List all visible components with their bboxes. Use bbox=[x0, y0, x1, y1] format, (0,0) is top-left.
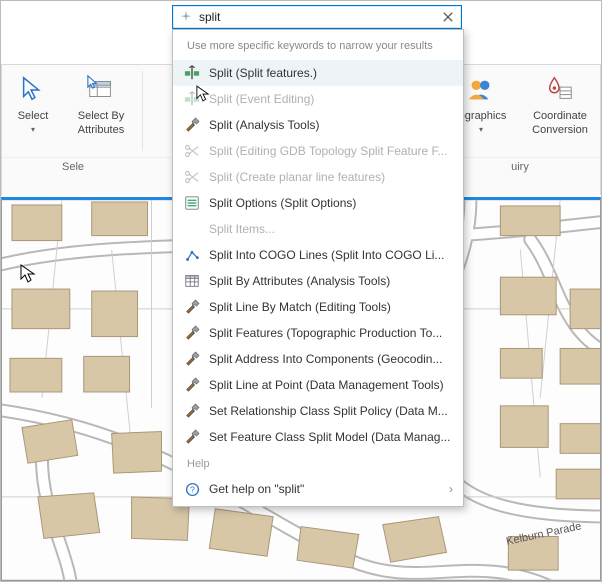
split-green-icon bbox=[183, 64, 201, 82]
search-result-label: Split Line at Point (Data Management Too… bbox=[209, 378, 444, 392]
scissors-icon bbox=[183, 168, 201, 186]
sparkle-icon bbox=[179, 10, 193, 24]
command-search-dropdown: Use more specific keywords to narrow you… bbox=[172, 29, 464, 507]
command-search-input[interactable] bbox=[197, 9, 439, 25]
search-result-item[interactable]: Split (Split features.) bbox=[173, 60, 463, 86]
search-result-item: Split (Event Editing) bbox=[173, 86, 463, 112]
clear-search-button[interactable] bbox=[439, 8, 457, 26]
search-result-item[interactable]: Split By Attributes (Analysis Tools) bbox=[173, 268, 463, 294]
hammer-icon bbox=[183, 402, 201, 420]
command-search-box[interactable] bbox=[172, 5, 462, 29]
chevron-right-icon: › bbox=[449, 482, 453, 496]
coordinate-conversion-button[interactable]: CoordinateConversion bbox=[520, 65, 600, 157]
search-result-item[interactable]: Set Feature Class Split Model (Data Mana… bbox=[173, 424, 463, 450]
search-result-label: Split (Split features.) bbox=[209, 66, 317, 80]
search-result-item[interactable]: Split Line By Match (Editing Tools) bbox=[173, 294, 463, 320]
search-result-label: Split Into COGO Lines (Split Into COGO L… bbox=[209, 248, 444, 262]
search-result-label: Set Feature Class Split Model (Data Mana… bbox=[209, 430, 450, 444]
blank-icon bbox=[183, 220, 201, 238]
search-result-label: Split (Event Editing) bbox=[209, 92, 314, 106]
options-icon bbox=[183, 194, 201, 212]
select-by-attributes-button[interactable]: Select ByAttributes bbox=[64, 65, 138, 157]
help-icon: ? bbox=[183, 480, 201, 498]
cursor-icon bbox=[20, 264, 36, 284]
search-result-item[interactable]: Split Features (Topographic Production T… bbox=[173, 320, 463, 346]
search-result-item[interactable]: Split Options (Split Options) bbox=[173, 190, 463, 216]
search-result-label: Split Items... bbox=[209, 222, 275, 236]
hammer-icon bbox=[183, 376, 201, 394]
search-result-item[interactable]: Split Address Into Components (Geocodin.… bbox=[173, 346, 463, 372]
get-help-row[interactable]: ? Get help on "split" › bbox=[173, 474, 463, 500]
hammer-icon bbox=[183, 116, 201, 134]
select-label: Select bbox=[18, 109, 49, 123]
search-result-label: Split Address Into Components (Geocodin.… bbox=[209, 352, 442, 366]
dropdown-caret-icon: ▾ bbox=[479, 125, 483, 134]
cogo-icon bbox=[183, 246, 201, 264]
search-result-label: Split By Attributes (Analysis Tools) bbox=[209, 274, 390, 288]
ribbon-separator bbox=[142, 71, 143, 151]
ribbon-group-inquiry: uiry bbox=[440, 158, 600, 176]
search-result-item[interactable]: Split (Analysis Tools) bbox=[173, 112, 463, 138]
search-result-label: Split Line By Match (Editing Tools) bbox=[209, 300, 391, 314]
table-icon bbox=[183, 272, 201, 290]
select-by-attributes-label: Select ByAttributes bbox=[78, 109, 124, 137]
hammer-icon bbox=[183, 298, 201, 316]
hammer-icon bbox=[183, 428, 201, 446]
infographics-icon bbox=[465, 73, 497, 105]
help-section-label: Help bbox=[173, 450, 463, 474]
svg-text:?: ? bbox=[190, 484, 195, 494]
search-result-label: Split (Editing GDB Topology Split Featur… bbox=[209, 144, 448, 158]
coordinate-conversion-icon bbox=[544, 73, 576, 105]
scissors-icon bbox=[183, 142, 201, 160]
search-result-label: Set Relationship Class Split Policy (Dat… bbox=[209, 404, 448, 418]
search-result-label: Split (Create planar line features) bbox=[209, 170, 385, 184]
ribbon-group-selection: Sele bbox=[2, 158, 144, 176]
search-result-label: Split Options (Split Options) bbox=[209, 196, 356, 210]
hammer-icon bbox=[183, 324, 201, 342]
coordinate-conversion-label: CoordinateConversion bbox=[532, 109, 588, 137]
search-result-item: Split Items... bbox=[173, 216, 463, 242]
search-result-item: Split (Create planar line features) bbox=[173, 164, 463, 190]
select-button[interactable]: Select ▾ bbox=[2, 65, 64, 157]
dropdown-caret-icon: ▾ bbox=[31, 125, 35, 134]
hammer-icon bbox=[183, 350, 201, 368]
search-result-label: Split Features (Topographic Production T… bbox=[209, 326, 442, 340]
search-result-item: Split (Editing GDB Topology Split Featur… bbox=[173, 138, 463, 164]
search-result-item[interactable]: Split Line at Point (Data Management Too… bbox=[173, 372, 463, 398]
split-green-icon bbox=[183, 90, 201, 108]
search-hint: Use more specific keywords to narrow you… bbox=[173, 34, 463, 60]
select-by-attributes-icon bbox=[85, 73, 117, 105]
select-icon bbox=[17, 73, 49, 105]
search-result-item[interactable]: Split Into COGO Lines (Split Into COGO L… bbox=[173, 242, 463, 268]
get-help-label: Get help on "split" bbox=[209, 482, 304, 496]
search-result-label: Split (Analysis Tools) bbox=[209, 118, 319, 132]
search-result-item[interactable]: Set Relationship Class Split Policy (Dat… bbox=[173, 398, 463, 424]
